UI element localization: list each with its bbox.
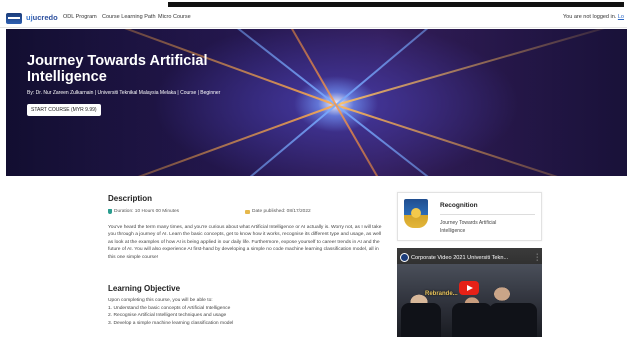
video-overlay-text: Rebrande... [425, 291, 458, 297]
learning-objective-item: 2. Recognise Artificial Intelligent tech… [108, 313, 227, 319]
login-link[interactable]: Lo [618, 14, 624, 20]
recognition-title: Recognition [440, 202, 478, 209]
recognition-badge-icon [404, 199, 428, 228]
learning-objective-heading: Learning Objective [108, 284, 181, 293]
university-logo[interactable] [6, 13, 22, 24]
learning-objective-list: Upon completing this course, you will be… [108, 297, 308, 327]
nav-odl-program[interactable]: ODL Program [63, 14, 97, 20]
hero-banner: Journey Towards Artificial Intelligence … [6, 29, 627, 176]
login-status: You are not logged in. Lo [563, 14, 624, 20]
date-published-text: Date published: 08/17/2022 [252, 209, 311, 214]
calendar-icon [245, 209, 250, 214]
description-heading: Description [108, 194, 153, 203]
date-meta: Date published: 08/17/2022 [245, 209, 311, 214]
recognition-card[interactable]: Recognition Journey Towards Artificial I… [397, 192, 542, 241]
course-byline: By: Dr. Nur Zareen Zulkarnain | Universi… [27, 90, 221, 96]
description-body: You've heard the term many times, and yo… [108, 225, 382, 260]
nav-micro-course[interactable]: Micro Course [158, 14, 191, 20]
duration-text: Duration: 10 Hours 00 Minutes [114, 209, 180, 214]
top-strip [0, 0, 627, 8]
duration-meta: Duration: 10 Hours 00 Minutes [108, 209, 179, 214]
learning-objective-item: 1. Understand the basic concepts of Arti… [108, 305, 231, 311]
channel-avatar-icon[interactable] [400, 253, 409, 262]
navbar: ujucredo ODL Program Course Learning Pat… [0, 8, 627, 28]
video-embed[interactable]: Corporate Video 2021 Universiti Tekn... … [397, 248, 542, 337]
learning-objective-item: 3. Develop a simple machine learning cla… [108, 320, 234, 326]
start-course-button[interactable]: START COURSE (MYR 9.99) [27, 104, 101, 116]
video-thumbnail [397, 264, 542, 337]
recognition-subtitle: Journey Towards Artificial Intelligence [440, 220, 497, 234]
learning-objective-intro: Upon completing this course, you will be… [108, 298, 213, 303]
video-title[interactable]: Corporate Video 2021 Universiti Tekn... [411, 255, 508, 261]
divider [440, 214, 535, 215]
more-options-icon[interactable]: · · · [536, 251, 538, 264]
course-title: Journey Towards Artificial Intelligence [27, 53, 208, 85]
nav-course-learning-path[interactable]: Course Learning Path [102, 14, 156, 20]
browser-bar [168, 2, 624, 7]
play-button-icon[interactable] [459, 281, 479, 295]
ujucredo-logo[interactable]: ujucredo [26, 13, 58, 22]
duration-shield-icon [108, 209, 112, 214]
